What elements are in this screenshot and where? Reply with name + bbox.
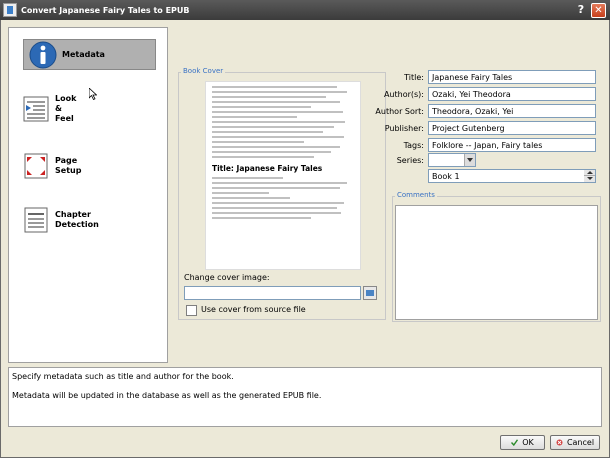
browse-cover-button[interactable] [363,286,377,300]
title-input[interactable]: Japanese Fairy Tales [428,70,596,84]
authors-label: Author(s): [383,90,424,99]
cover-preview-image: Title: Japanese Fairy Tales [205,81,361,270]
cancel-icon [556,439,563,446]
cover-path-input[interactable] [184,286,361,300]
use-source-cover-label: Use cover from source file [201,305,306,314]
ok-button[interactable]: OK [500,435,545,450]
sidebar-item-look-feel[interactable]: Look & Feel [21,94,76,124]
sidebar-item-chapter-detection[interactable]: Chapter Detection [21,205,99,235]
spin-down-icon[interactable] [584,176,595,182]
author-sort-input[interactable]: Theodora, Ozaki, Yei [428,104,596,118]
checkmark-icon [511,439,519,446]
window-title: Convert Japanese Fairy Tales to EPUB [21,5,190,15]
sidebar-item-label: Page Setup [55,156,82,175]
description-line: Specify metadata such as title and autho… [12,372,234,381]
text-align-icon [23,96,49,122]
spinbox-arrows[interactable] [584,170,595,182]
chevron-down-icon[interactable] [464,154,475,166]
publisher-label: Publisher: [384,124,424,133]
author-sort-label: Author Sort: [375,107,424,116]
use-source-cover-checkbox[interactable] [186,305,197,316]
close-button[interactable]: ✕ [591,3,606,18]
series-index-value: Book 1 [432,172,460,181]
help-button[interactable]: ? [574,3,588,17]
tags-input[interactable]: Folklore -- Japan, Fairy tales [428,138,596,152]
document-icon [24,207,48,233]
sidebar-item-label: Chapter Detection [55,210,99,229]
authors-input[interactable]: Ozaki, Yei Theodora [428,87,596,101]
sidebar-item-label: Metadata [62,49,105,59]
book-cover-group-title: Book Cover [181,67,226,75]
info-icon [29,41,57,68]
ok-label: OK [522,438,534,447]
change-cover-label: Change cover image: [184,273,270,282]
sidebar-item-label: Look & Feel [55,94,77,123]
window-titlebar: Convert Japanese Fairy Tales to EPUB ? ✕ [0,0,610,20]
sidebar-item-page-setup[interactable]: Page Setup [21,151,81,181]
comments-group-title: Comments [395,191,437,199]
comments-textarea[interactable] [395,205,598,320]
series-index-spinbox[interactable]: Book 1 [428,169,596,183]
cover-preview-title: Title: Japanese Fairy Tales [212,164,323,173]
page-setup-icon [24,153,48,179]
cancel-button[interactable]: Cancel [550,435,600,450]
tags-label: Tags: [403,141,424,150]
publisher-input[interactable]: Project Gutenberg [428,121,596,135]
description-panel: Specify metadata such as title and autho… [8,367,602,427]
mouse-cursor-icon [89,88,97,100]
series-label: Series: [396,156,424,165]
sidebar: Metadata Look & Feel Page Setup Chapter … [8,27,168,363]
title-label: Title: [404,73,424,82]
sidebar-item-metadata[interactable]: Metadata [23,39,156,70]
app-icon [3,3,17,17]
series-select[interactable] [428,153,476,167]
description-line: Metadata will be updated in the database… [12,391,322,400]
cancel-label: Cancel [566,438,595,447]
